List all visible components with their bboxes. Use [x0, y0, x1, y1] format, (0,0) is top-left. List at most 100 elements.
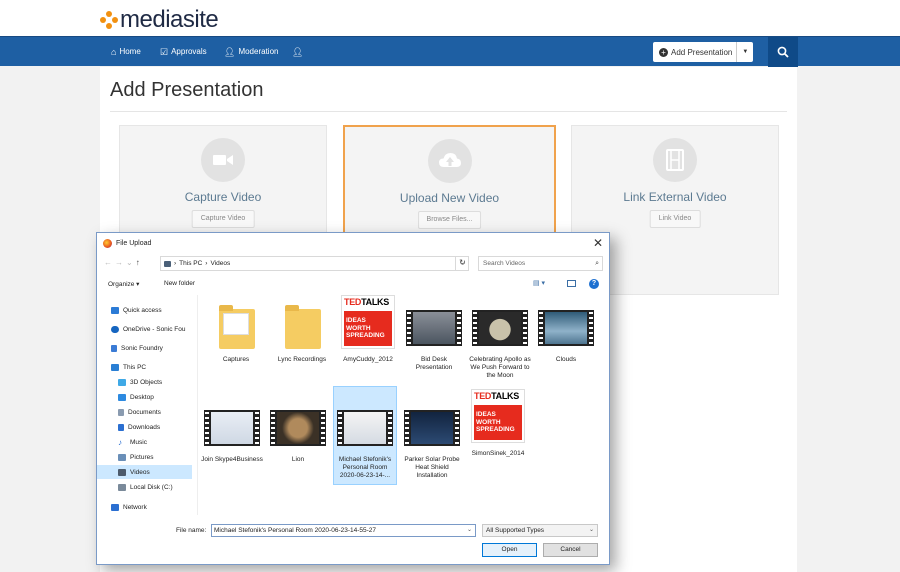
add-presentation-button[interactable]: + Add Presentation ▼ [653, 42, 753, 62]
back-arrow-icon[interactable]: ← [104, 258, 115, 267]
sidebar-item-label: OneDrive - Sonic Fou [123, 325, 186, 333]
sidebar-item-music[interactable]: ♪ Music [97, 435, 192, 449]
mediasite-logo[interactable]: mediasite [100, 6, 219, 34]
user-icon: 👤︎ [224, 47, 236, 57]
file-name: Michael Stefonik's Personal Room 2020-06… [338, 456, 392, 479]
sidebar-item-videos[interactable]: Videos [97, 465, 192, 479]
help-icon[interactable]: ? [589, 279, 599, 289]
logo-text: mediasite [120, 6, 219, 33]
cancel-button[interactable]: Cancel [543, 543, 598, 557]
dialog-title: File Upload [116, 239, 152, 247]
pane-divider[interactable] [197, 295, 198, 515]
cloud-icon [111, 325, 119, 333]
folder-icon [207, 301, 265, 353]
video-icon [118, 468, 126, 476]
desktop-icon [118, 393, 126, 401]
capture-video-button[interactable]: Capture Video [191, 210, 255, 228]
title-divider [110, 111, 787, 112]
sidebar-item-3d-objects[interactable]: 3D Objects [97, 375, 192, 389]
view-options-icon[interactable]: ▤ ▾ [533, 279, 545, 287]
chevron-down-icon: ⌄ [588, 527, 594, 533]
chevron-down-icon[interactable]: ⌄ [467, 525, 472, 536]
open-button[interactable]: Open [482, 543, 537, 557]
file-name-label: File name: [176, 527, 207, 534]
sidebar-item-label: 3D Objects [130, 378, 163, 386]
file-item-parker-solar[interactable]: Parker Solar Probe Heat Shield Installat… [400, 395, 464, 480]
sidebar-item-onedrive[interactable]: OneDrive - Sonic Fou [97, 322, 192, 336]
cloud-upload-icon [427, 139, 472, 183]
file-name: Lync Recordings [277, 356, 327, 363]
file-name: AmyCuddy_2012 [343, 356, 393, 363]
folder-icon [273, 301, 331, 353]
breadcrumb-this-pc[interactable]: This PC [179, 260, 202, 267]
file-item-join-skype[interactable]: Join Skype4Business [200, 395, 264, 464]
file-name-input[interactable]: Michael Stefonik's Personal Room 2020-06… [211, 524, 476, 537]
nav-arrows: ←→⌄↑ [104, 258, 143, 267]
file-item-simonsinek[interactable]: TEDTALKS IDEAS WORTH SPREADING SimonSinek… [466, 389, 530, 458]
main-navbar: ⌂ Home ☑ Approvals 👤︎ Moderation 👤︎ + Ad… [0, 36, 900, 67]
file-name-row: File name: Michael Stefonik's Personal R… [97, 523, 609, 539]
file-item-lion[interactable]: Lion [266, 395, 330, 464]
logo-dots-icon [100, 11, 118, 29]
nav-home-label: Home [119, 47, 141, 56]
file-name: Celebrating Apollo as We Push Forward to… [469, 356, 531, 379]
plus-circle-icon: + [659, 47, 668, 57]
address-bar[interactable]: › This PC › Videos ⌄ [160, 256, 469, 271]
file-item-clouds[interactable]: Clouds [534, 295, 598, 364]
file-name: Captures [222, 356, 250, 363]
nav-approvals-label: Approvals [171, 47, 207, 56]
sidebar-item-documents[interactable]: Documents [97, 405, 192, 419]
recent-dropdown-icon[interactable]: ⌄ [126, 258, 136, 267]
search-button[interactable] [768, 37, 798, 67]
file-type-select[interactable]: All Supported Types ⌄ [482, 524, 598, 537]
nav-moderation[interactable]: 👤︎ Moderation [224, 37, 278, 67]
nav-profile[interactable]: 👤︎ [292, 37, 303, 67]
video-thumbnail [403, 401, 461, 453]
sidebar-item-sonic-foundry[interactable]: Sonic Foundry [97, 341, 192, 355]
sidebar-item-downloads[interactable]: Downloads [97, 420, 192, 434]
file-item-bid-desk[interactable]: Bid Desk Presentation [402, 295, 466, 372]
file-name: SimonSinek_2014 [471, 450, 525, 457]
file-item-captures[interactable]: Captures [204, 295, 268, 364]
ted-thumbnail: TEDTALKS IDEAS WORTH SPREADING [469, 389, 527, 443]
nav-moderation-label: Moderation [238, 47, 279, 56]
breadcrumb-separator: › [205, 260, 208, 267]
file-item-amycuddy[interactable]: TEDTALKS IDEAS WORTH SPREADING AmyCuddy_2… [336, 295, 400, 364]
sidebar-item-label: Downloads [128, 423, 161, 431]
search-placeholder: Search Videos [483, 260, 526, 267]
breadcrumb-videos[interactable]: Videos [210, 260, 230, 267]
link-video-button[interactable]: Link Video [649, 210, 701, 228]
pc-icon [164, 260, 171, 267]
card-title: Link External Video [623, 190, 727, 204]
file-item-celebrating-apollo[interactable]: Celebrating Apollo as We Push Forward to… [468, 295, 532, 380]
caret-down-icon[interactable]: ▼ [742, 49, 748, 55]
up-arrow-icon[interactable]: ↑ [136, 258, 143, 267]
sidebar-item-local-disk[interactable]: Local Disk (C:) [97, 480, 192, 494]
file-item-lync-recordings[interactable]: Lync Recordings [270, 295, 334, 364]
preview-pane-icon[interactable] [567, 280, 576, 287]
file-name: Clouds [555, 356, 577, 363]
nav-approvals[interactable]: ☑ Approvals [160, 37, 207, 67]
sidebar-item-label: Music [130, 438, 147, 446]
sidebar-item-pictures[interactable]: Pictures [97, 450, 192, 464]
network-icon [111, 503, 119, 511]
new-folder-button[interactable]: New folder [164, 280, 195, 287]
file-item-michael-stefonik[interactable]: Michael Stefonik's Personal Room 2020-06… [333, 386, 397, 485]
close-icon[interactable]: ✕ [593, 236, 603, 250]
refresh-icon[interactable]: ↻ [455, 256, 469, 271]
sidebar-item-quick-access[interactable]: Quick access [97, 303, 192, 317]
sidebar-item-this-pc[interactable]: This PC [97, 360, 192, 374]
forward-arrow-icon[interactable]: → [115, 258, 126, 267]
breadcrumb-separator: › [174, 260, 177, 267]
divider [736, 42, 738, 62]
sidebar-item-desktop[interactable]: Desktop [97, 390, 192, 404]
search-videos-input[interactable]: Search Videos ⌕ [478, 256, 603, 271]
add-presentation-label: Add Presentation [671, 47, 733, 57]
browse-files-button[interactable]: Browse Files... [417, 211, 482, 229]
nav-home[interactable]: ⌂ Home [111, 37, 141, 67]
dialog-titlebar[interactable]: File Upload ✕ [97, 233, 609, 253]
music-icon: ♪ [118, 437, 122, 447]
sidebar-item-label: Videos [130, 468, 150, 476]
organize-button[interactable]: Organize ▾ [108, 280, 139, 288]
sidebar-item-network[interactable]: Network [97, 500, 192, 514]
